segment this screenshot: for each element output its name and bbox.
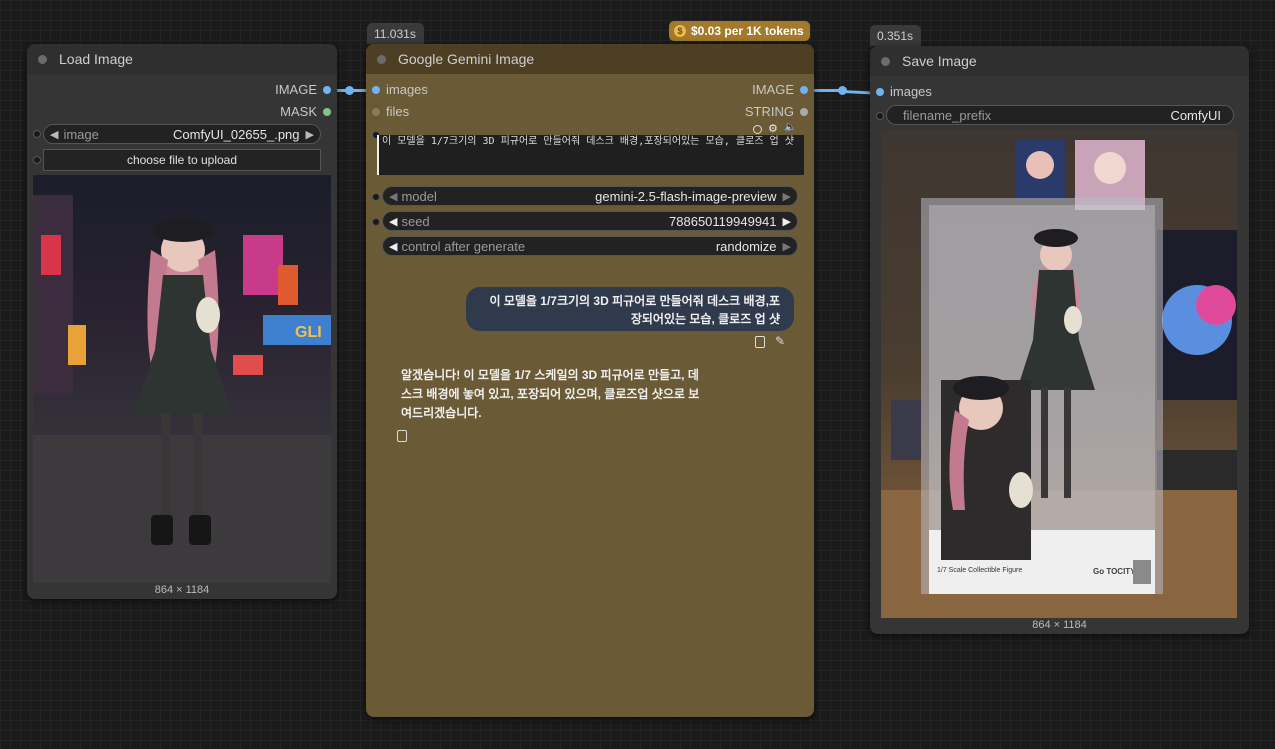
filename-prefix-widget[interactable]: filename_prefix ComfyUI: [886, 105, 1234, 125]
node-status-dot: [377, 54, 386, 64]
user-message-text: 이 모델을 1/7크기의 3D 피규어로 만들어줘 데스크 배경,포장되어있는 …: [489, 294, 780, 326]
box-brand-text: Go TOCITY: [1093, 567, 1136, 576]
settings-icon[interactable]: ⚙: [768, 122, 778, 135]
arrow-right-icon[interactable]: ▶: [783, 215, 791, 228]
prefix-value: ComfyUI: [1170, 107, 1221, 123]
arrow-left-icon[interactable]: ◀: [389, 240, 397, 253]
output-string-label: STRING: [744, 104, 794, 119]
node-title-bar[interactable]: Save Image: [870, 46, 1249, 76]
copy-icon[interactable]: [755, 336, 765, 348]
node-title: Load Image: [59, 51, 133, 67]
figure-box-illustration: 1/7 Scale Collectible Figure Go TOCITY: [881, 140, 1237, 618]
arrow-right-icon[interactable]: ▶: [306, 128, 314, 141]
output-image-slot[interactable]: IMAGE: [752, 82, 808, 97]
upload-label: choose file to upload: [126, 153, 238, 167]
node-title-bar[interactable]: Google Gemini Image: [366, 44, 814, 74]
image-combo-widget[interactable]: ◀ image ComfyUI_02655_.png ▶: [43, 124, 321, 144]
control-after-generate-widget[interactable]: ◀ control after generate randomize ▶: [382, 236, 798, 256]
timing-badge: 0.351s: [870, 25, 922, 46]
model-value: gemini-2.5-flash-image-preview: [595, 188, 777, 204]
input-files-slot[interactable]: files: [372, 104, 409, 119]
arrow-left-icon[interactable]: ◀: [389, 215, 397, 228]
google-gemini-image-node[interactable]: Google Gemini Image images files IMAGE S…: [366, 44, 814, 717]
input-images-dot[interactable]: [372, 85, 380, 94]
output-string-dot[interactable]: [800, 107, 808, 116]
prefix-label: filename_prefix: [903, 107, 992, 123]
loaded-image-preview: GLI: [33, 175, 331, 583]
seed-number-widget[interactable]: ◀ seed 788650119949941 ▶: [382, 211, 798, 231]
user-message-bubble: 이 모델을 1/7크기의 3D 피규어로 만들어줘 데스크 배경,포장되어있는 …: [466, 287, 794, 331]
price-text: $0.03 per 1K tokens: [691, 24, 804, 38]
girl-photo-illustration: GLI: [33, 195, 331, 583]
output-image-label: IMAGE: [752, 82, 794, 97]
control-label: control after generate: [401, 238, 526, 254]
arrow-left-icon[interactable]: ◀: [50, 128, 58, 141]
output-image-label: IMAGE: [275, 82, 317, 97]
input-images-label: images: [890, 84, 932, 99]
save-image-node[interactable]: Save Image images filename_prefix ComfyU…: [870, 46, 1249, 634]
node-status-dot: [38, 54, 47, 64]
widget-input-dot[interactable]: [876, 112, 884, 120]
speaker-icon[interactable]: 🔈: [784, 122, 796, 133]
widget-input-dot[interactable]: [33, 130, 41, 138]
input-files-label: files: [386, 104, 410, 119]
node-title-bar[interactable]: Load Image: [27, 44, 337, 74]
price-badge: $ $0.03 per 1K tokens: [669, 21, 810, 41]
input-images-dot[interactable]: [876, 87, 884, 96]
node-title: Save Image: [902, 53, 977, 69]
control-value: randomize: [715, 238, 777, 254]
prompt-textarea[interactable]: 이 모델을 1/7크기의 3D 피규어로 만들어줘 데스크 배경,포장되어있는 …: [377, 135, 804, 175]
output-mask-slot[interactable]: MASK: [280, 104, 331, 119]
image-dimensions: 864 × 1184: [1032, 619, 1087, 631]
image-value: ComfyUI_02655_.png: [173, 126, 300, 142]
output-string-slot[interactable]: STRING: [745, 104, 808, 119]
widget-input-dot[interactable]: [372, 193, 380, 201]
assistant-message-text: 알겠습니다! 이 모델을 1/7 스케일의 3D 피규어로 만들고, 데스크 배…: [401, 368, 700, 420]
widget-input-dot[interactable]: [372, 218, 380, 226]
arrow-right-icon[interactable]: ▶: [783, 190, 791, 203]
box-label-text: 1/7 Scale Collectible Figure: [937, 567, 1022, 574]
input-files-dot[interactable]: [372, 107, 380, 116]
image-dimensions: 864 × 1184: [154, 584, 210, 596]
input-images-label: images: [386, 82, 428, 97]
timing-badge: 11.031s: [367, 23, 424, 44]
image-label: image: [63, 126, 99, 142]
circle-icon[interactable]: [753, 125, 762, 134]
edit-icon[interactable]: ✎: [775, 334, 785, 348]
saved-image-preview: 1/7 Scale Collectible Figure Go TOCITY: [881, 130, 1237, 618]
input-images-slot[interactable]: images: [876, 84, 932, 99]
seed-label: seed: [401, 213, 430, 229]
widget-input-dot[interactable]: [33, 156, 41, 164]
load-image-node[interactable]: Load Image IMAGE MASK ◀ image ComfyUI_02…: [27, 44, 337, 599]
node-status-dot: [881, 56, 890, 66]
output-image-slot[interactable]: IMAGE: [275, 82, 331, 97]
arrow-right-icon[interactable]: ▶: [783, 240, 791, 253]
coin-icon: $: [674, 25, 686, 37]
wire-joint: [345, 86, 354, 95]
copy-icon[interactable]: [397, 430, 407, 442]
output-mask-dot[interactable]: [323, 107, 331, 116]
model-combo-widget[interactable]: ◀ model gemini-2.5-flash-image-preview ▶: [382, 186, 798, 206]
svg-text:GLI: GLI: [295, 324, 322, 341]
upload-button[interactable]: choose file to upload: [43, 149, 321, 171]
seed-value: 788650119949941: [669, 213, 777, 229]
output-image-dot[interactable]: [323, 85, 331, 94]
output-image-dot[interactable]: [800, 85, 808, 94]
arrow-left-icon[interactable]: ◀: [389, 190, 397, 203]
output-mask-label: MASK: [280, 104, 317, 119]
wire-joint: [838, 86, 847, 95]
node-title: Google Gemini Image: [398, 51, 535, 67]
model-label: model: [401, 188, 437, 204]
input-images-slot[interactable]: images: [372, 82, 428, 97]
